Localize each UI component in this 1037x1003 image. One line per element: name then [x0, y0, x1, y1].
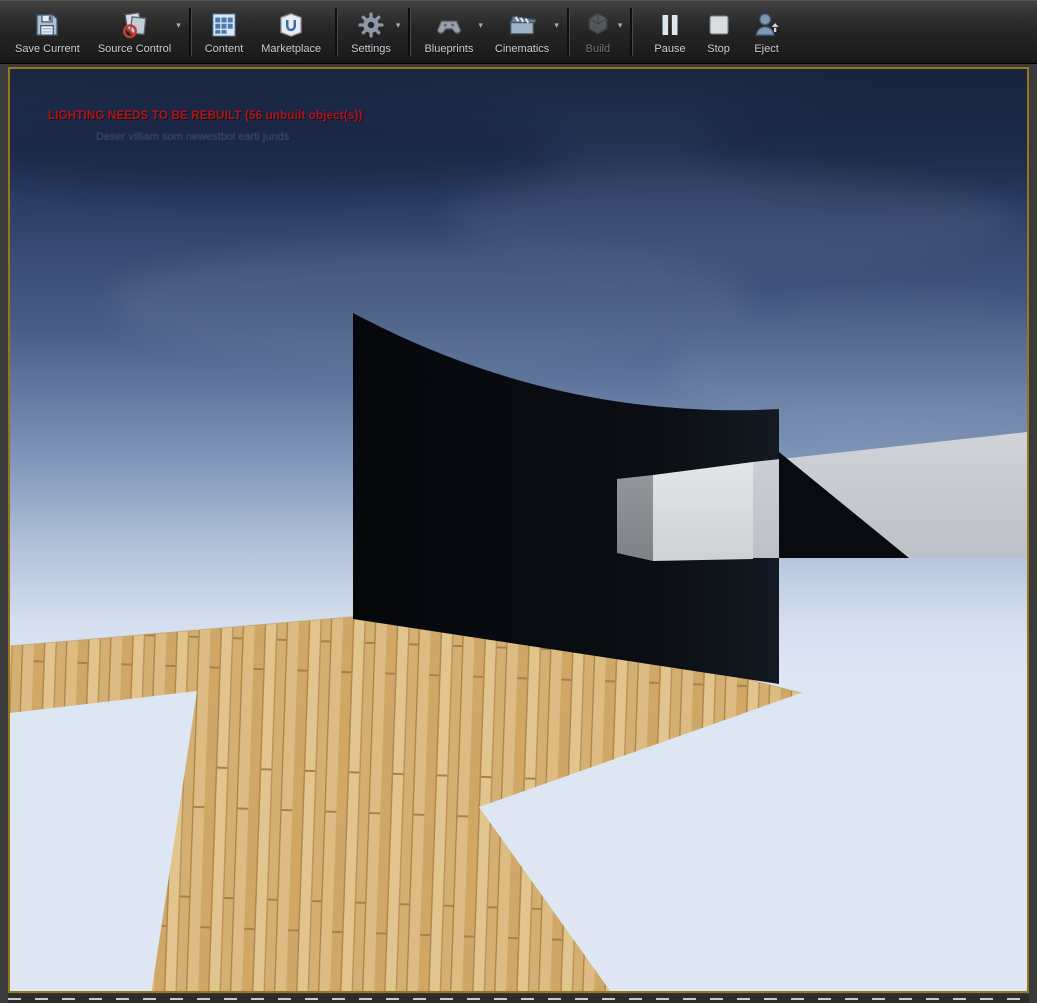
save-current-label: Save Current [15, 42, 80, 55]
settings-gear-icon [356, 10, 386, 40]
stop-icon [704, 10, 734, 40]
marketplace-icon [276, 10, 306, 40]
stop-button[interactable]: Stop [695, 4, 743, 60]
eject-icon [752, 10, 782, 40]
build-button: Build [574, 4, 622, 60]
cinematics-dropdown-caret[interactable]: ▾ [552, 19, 561, 32]
pause-label: Pause [654, 42, 686, 55]
source-control-icon [120, 10, 150, 40]
stop-label: Stop [707, 42, 730, 55]
content-button[interactable]: Content [196, 4, 253, 60]
pause-button[interactable]: Pause [645, 4, 694, 60]
build-dropdown-caret[interactable]: ▾ [616, 19, 625, 32]
bottom-strip [8, 994, 1029, 1003]
settings-label: Settings [351, 42, 391, 55]
pie-viewport[interactable]: LIGHTING NEEDS TO BE REBUILT (56 unbuilt… [8, 67, 1029, 993]
white-box [617, 462, 753, 561]
marketplace-button[interactable]: Marketplace [252, 4, 330, 60]
blueprints-icon [434, 10, 464, 40]
source-control-label: Source Control [97, 42, 172, 55]
blueprints-label: Blueprints [424, 42, 474, 55]
build-icon [583, 10, 613, 40]
main-toolbar: Save Current Source Control ▾ Content Ma… [0, 0, 1037, 64]
save-icon [32, 10, 62, 40]
marketplace-label: Marketplace [261, 42, 322, 55]
pause-icon [655, 10, 685, 40]
source-control-button[interactable]: Source Control [89, 4, 180, 60]
content-label: Content [204, 42, 244, 55]
cinematics-label: Cinematics [494, 42, 550, 55]
cinematics-button[interactable]: Cinematics [486, 4, 558, 60]
toolbar-separator [630, 8, 633, 56]
dashed-border [8, 997, 1029, 1000]
source-control-dropdown-caret[interactable]: ▾ [174, 19, 183, 32]
settings-dropdown-caret[interactable]: ▾ [394, 19, 403, 32]
settings-button[interactable]: Settings [342, 4, 400, 60]
toolbar-separator [408, 8, 411, 56]
toolbar-separator [335, 8, 338, 56]
content-browser-icon [209, 10, 239, 40]
faded-debug-message: Deser villiam som newestbol earti junds [96, 131, 290, 143]
eject-label: Eject [754, 42, 779, 55]
eject-button[interactable]: Eject [743, 4, 791, 60]
lighting-rebuild-warning: LIGHTING NEEDS TO BE REBUILT (56 unbuilt… [48, 110, 363, 122]
blueprints-dropdown-caret[interactable]: ▾ [476, 19, 485, 32]
cinematics-icon [507, 10, 537, 40]
toolbar-separator [188, 8, 191, 56]
scene-3d [10, 69, 1027, 991]
blueprints-button[interactable]: Blueprints [415, 4, 482, 60]
save-current-button[interactable]: Save Current [6, 4, 89, 60]
toolbar-separator [566, 8, 569, 56]
build-label: Build [585, 42, 611, 55]
